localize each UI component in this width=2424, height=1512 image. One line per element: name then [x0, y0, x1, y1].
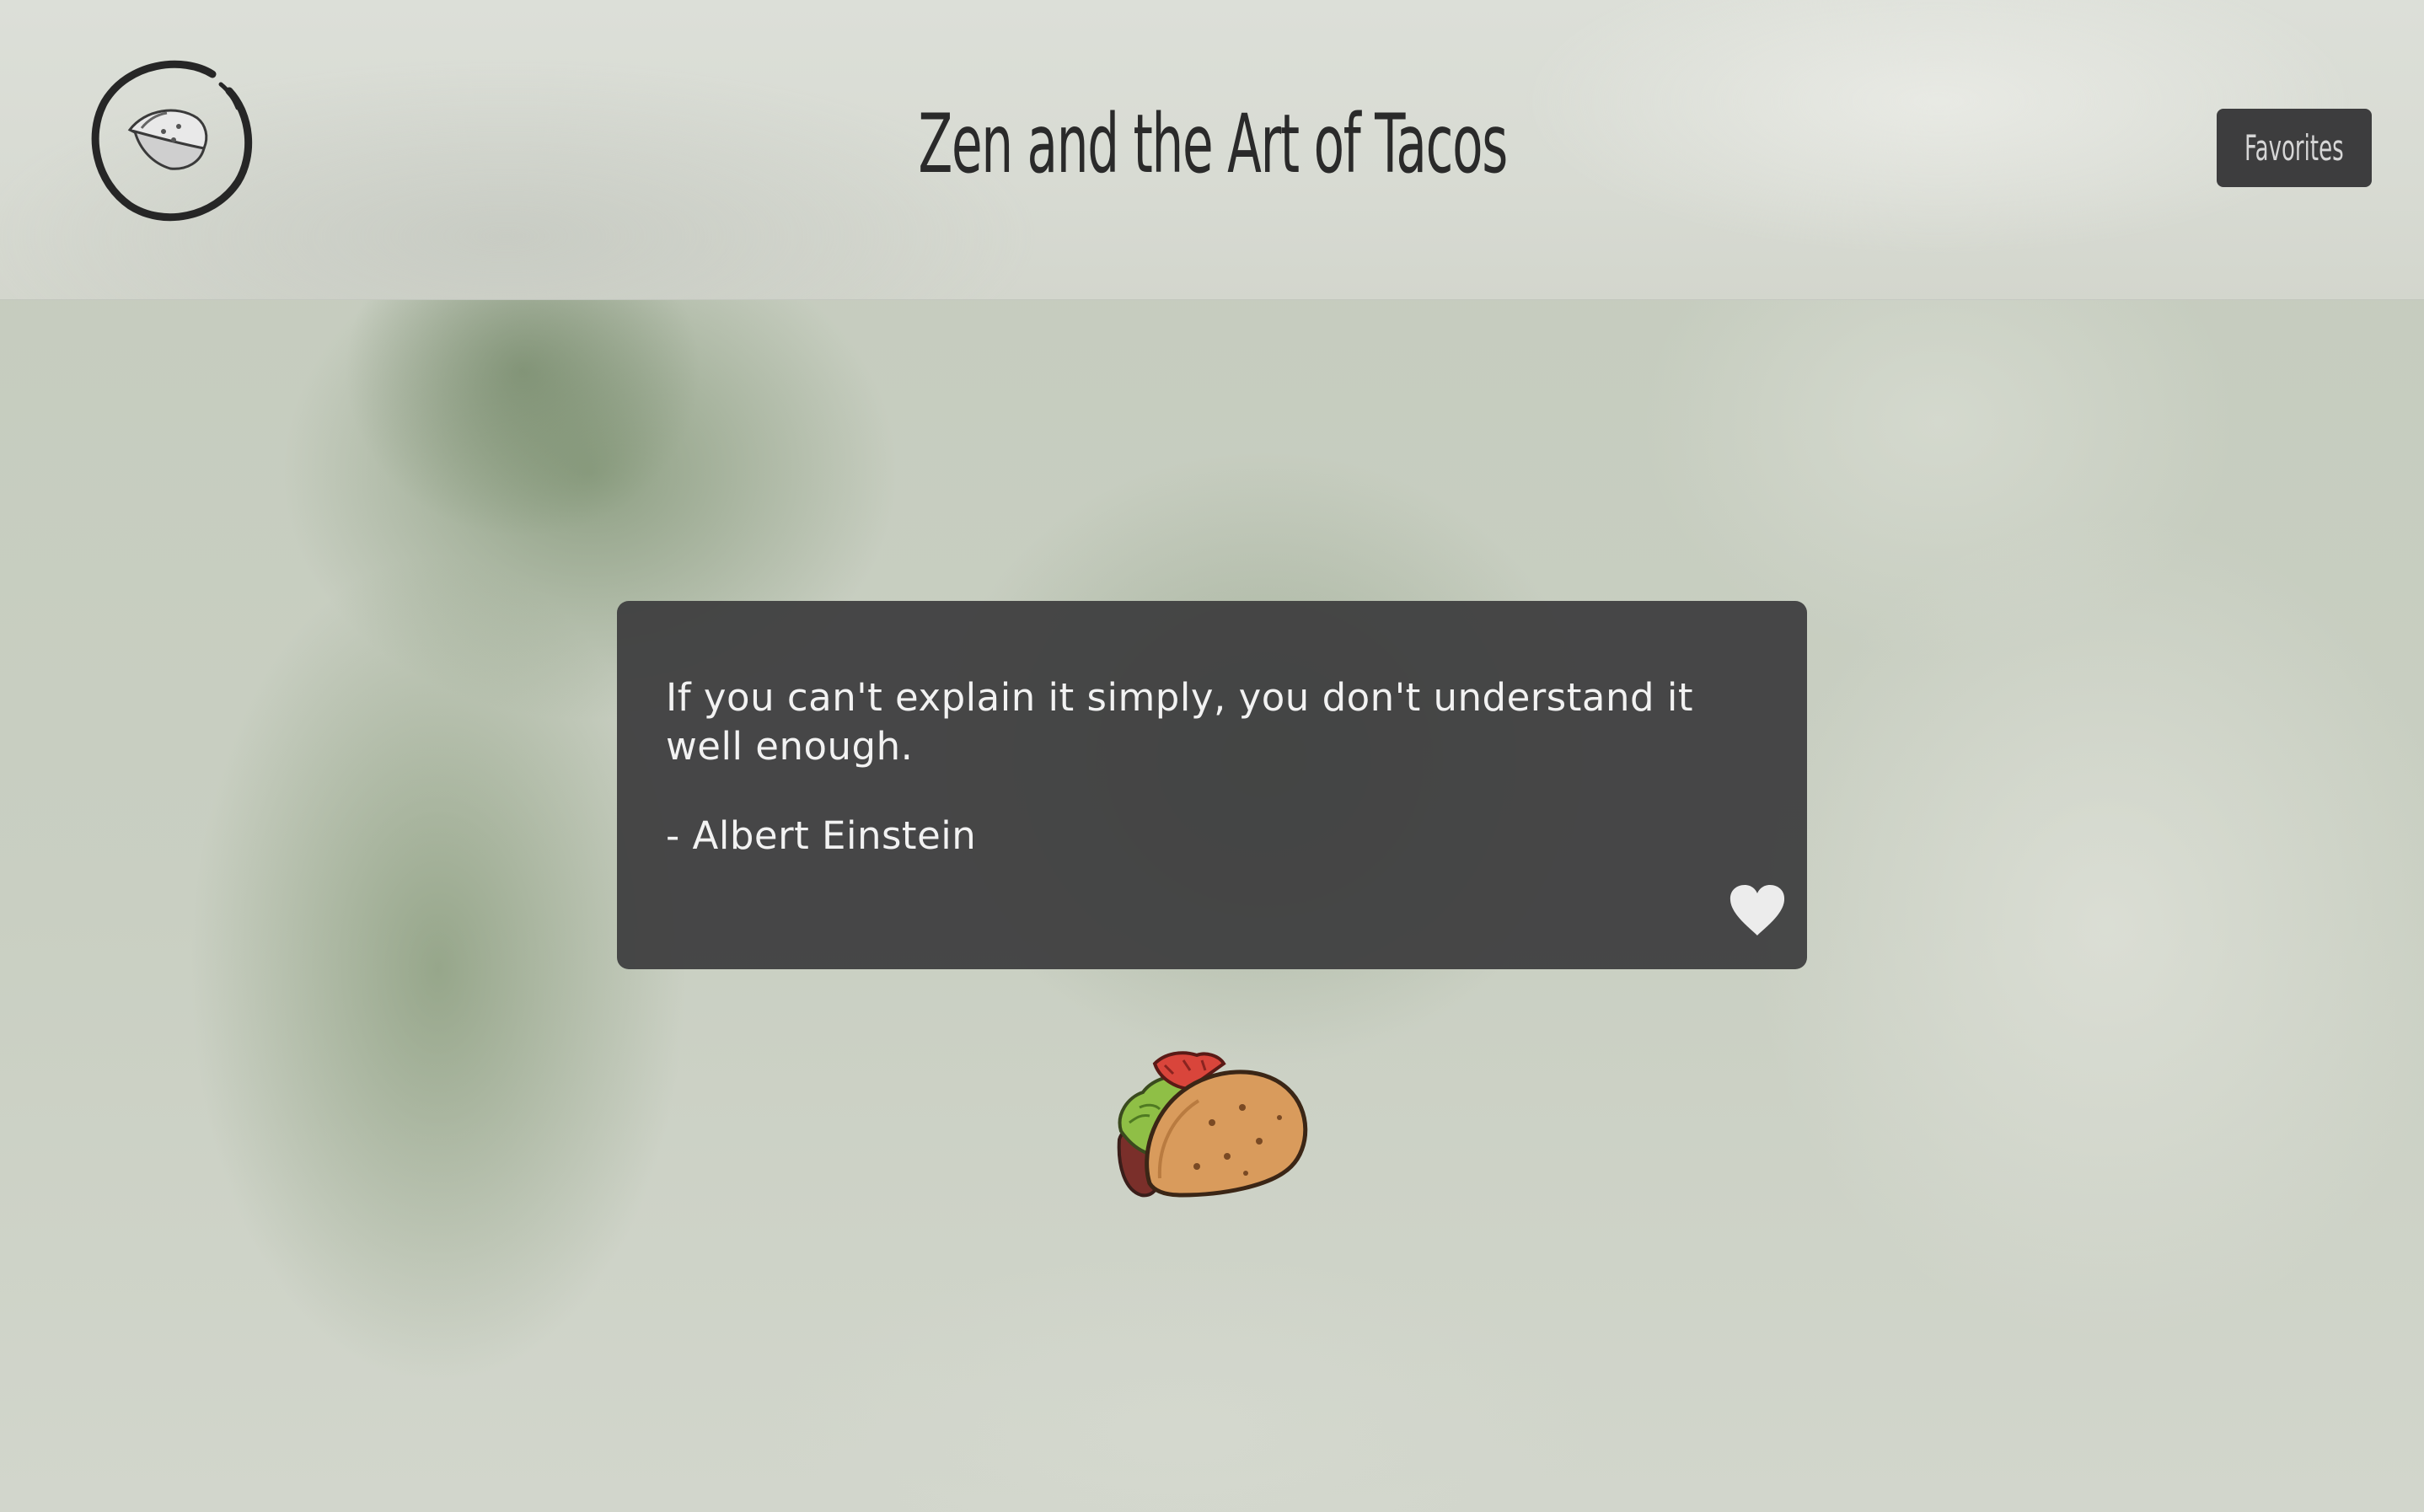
quote-text: If you can't explain it simply, you don'… — [666, 675, 1694, 769]
favorites-button[interactable]: Favorites — [2217, 109, 2372, 187]
heart-icon — [1730, 885, 1785, 936]
taco-icon[interactable] — [1111, 1030, 1313, 1204]
quote-author: - Albert Einstein — [666, 813, 977, 858]
taco-logo-icon[interactable] — [86, 56, 255, 224]
page-title: Zen and the Art of Tacos — [918, 97, 1508, 191]
site-header: Zen and the Art of Tacos Favorites — [0, 0, 2424, 300]
favorites-button-label: Favorites — [2244, 127, 2344, 169]
quote-card: If you can't explain it simply, you don'… — [617, 601, 1807, 969]
favorite-heart-button[interactable] — [1728, 883, 1787, 939]
